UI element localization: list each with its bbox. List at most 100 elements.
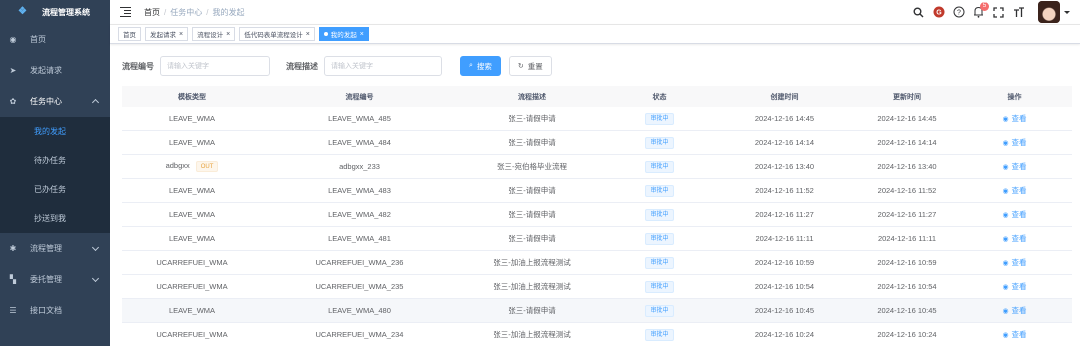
breadcrumb-item[interactable]: 首页 [144, 7, 160, 18]
view-label: 查看 [1011, 186, 1027, 195]
template-type-cell: LEAVE_WMA [122, 306, 262, 315]
column-header: 更新时间 [893, 93, 921, 101]
tag-process-design[interactable]: 流程设计 × [192, 27, 236, 41]
process-desc-cell: 张三-宛伯格毕业流程 [497, 162, 567, 171]
process-code-cell: LEAVE_WMA_485 [328, 114, 391, 123]
status-badge: 审批中 [645, 280, 674, 293]
process-desc-cell: 张三-请假申请 [508, 306, 556, 315]
sidebar-item-label: 发起请求 [30, 66, 62, 75]
table-body: LEAVE_WMA LEAVE_WMA_485 张三-请假申请 审批中 2024-12-… [122, 107, 1072, 346]
sidebar-item-label: 待办任务 [34, 156, 66, 165]
tag-home[interactable]: 首页 [118, 27, 141, 41]
created-time-cell: 2024-12-16 14:45 [754, 114, 815, 123]
logo-icon: ❖ [18, 6, 27, 17]
navbar: 首页 / 任务中心 / 我的发起 G ? 5 [110, 0, 1080, 24]
table-row: LEAVE_WMA LEAVE_WMA_480 张三-请假申请 审批中 2024-12-… [122, 299, 1072, 323]
updated-time-cell: 2024-12-16 11:52 [877, 186, 937, 195]
search-icon[interactable] [912, 6, 925, 19]
sidebar-item-start-request[interactable]: ➤ 发起请求 [0, 55, 110, 86]
process-desc-label: 流程描述 [286, 61, 318, 71]
eye-icon: ◉ [1002, 212, 1009, 219]
view-label: 查看 [1011, 114, 1027, 123]
view-link[interactable]: ◉ 查看 [1002, 210, 1026, 219]
process-code-input[interactable] [160, 56, 270, 76]
gear-icon: ✱ [9, 244, 17, 253]
view-link[interactable]: ◉ 查看 [1002, 258, 1026, 267]
action-cell: ◉ 查看 [957, 209, 1072, 220]
view-label: 查看 [1011, 306, 1027, 315]
sidebar-item-cc-me[interactable]: 抄送到我 [0, 204, 110, 233]
view-label: 查看 [1011, 258, 1027, 267]
status-cell: 审批中 [607, 160, 712, 173]
template-type: LEAVE_WMA [168, 138, 216, 147]
sidebar-item-delegate-management[interactable]: ▚ 委托管理 [0, 264, 110, 295]
sidebar-item-home[interactable]: ◉ 首页 [0, 24, 110, 55]
sidebar-item-done[interactable]: 已办任务 [0, 175, 110, 204]
eye-icon: ◉ [1002, 332, 1009, 339]
view-link[interactable]: ◉ 查看 [1002, 114, 1026, 123]
template-type-cell: UCARREFUEI_WMA [122, 330, 262, 339]
eye-icon: ◉ [1002, 116, 1009, 123]
view-link[interactable]: ◉ 查看 [1002, 282, 1026, 291]
updated-time-cell: 2024-12-16 11:27 [877, 210, 937, 219]
table-row: LEAVE_WMA LEAVE_WMA_481 张三-请假申请 审批中 2024-12-… [122, 227, 1072, 251]
github-icon[interactable]: G [932, 6, 945, 19]
updated-time-cell: 2024-12-16 10:59 [877, 258, 937, 267]
column-header: 流程描述 [518, 93, 546, 101]
sidebar-item-api-doc[interactable]: ☰ 接口文档 [0, 295, 110, 326]
sidebar-item-todo[interactable]: 待办任务 [0, 146, 110, 175]
view-link[interactable]: ◉ 查看 [1002, 330, 1026, 339]
search-button[interactable]: ⌕ 搜索 [460, 56, 501, 76]
sidebar-item-task-center[interactable]: ✿ 任务中心 [0, 86, 110, 117]
close-icon[interactable]: × [179, 31, 183, 38]
help-icon[interactable]: ? [952, 6, 965, 19]
sidebar-item-process-management[interactable]: ✱ 流程管理 [0, 233, 110, 264]
process-desc-cell: 张三-加油上报流程测试 [493, 330, 571, 339]
sidebar-item-label: 抄送到我 [34, 214, 66, 223]
close-icon[interactable]: × [306, 31, 310, 38]
status-badge: 审批中 [645, 184, 674, 197]
tag-lowcode-form-design[interactable]: 低代码表单流程设计 × [239, 27, 315, 41]
view-link[interactable]: ◉ 查看 [1002, 138, 1026, 147]
column-header: 模板类型 [178, 93, 206, 101]
hamburger-icon[interactable] [120, 7, 132, 17]
view-label: 查看 [1011, 282, 1027, 291]
view-link[interactable]: ◉ 查看 [1002, 234, 1026, 243]
template-type-cell: LEAVE_WMA [122, 210, 262, 219]
app-title: 流程管理系统 [42, 7, 90, 17]
sidebar-item-my-initiated[interactable]: 我的发起 [0, 117, 110, 146]
avatar[interactable] [1038, 1, 1060, 23]
template-type: UCARREFUEI_WMA [156, 258, 228, 267]
close-icon[interactable]: × [360, 31, 364, 38]
view-link[interactable]: ◉ 查看 [1002, 162, 1026, 171]
view-link[interactable]: ◉ 查看 [1002, 306, 1026, 315]
reset-button[interactable]: ↻ 重置 [508, 56, 552, 76]
template-type: LEAVE_WMA [168, 114, 216, 123]
close-icon[interactable]: × [226, 31, 230, 38]
action-cell: ◉ 查看 [957, 185, 1072, 196]
process-desc-input[interactable] [324, 56, 442, 76]
eye-icon: ◉ [1002, 284, 1009, 291]
font-size-icon[interactable] [1012, 6, 1025, 19]
bell-icon[interactable]: 5 [972, 1, 989, 19]
delegate-icon: ▚ [9, 275, 17, 284]
fullscreen-icon[interactable] [992, 6, 1005, 19]
status-badge: 审批中 [645, 208, 674, 221]
created-time-cell: 2024-12-16 10:59 [754, 258, 815, 267]
action-cell: ◉ 查看 [957, 113, 1072, 124]
status-cell: 审批中 [607, 184, 712, 197]
tag-my-initiated[interactable]: 我的发起 × [318, 27, 369, 41]
tags-view: 首页 发起请求 × 流程设计 × 低代码表单流程设计 × 我的发起 × [110, 24, 1080, 44]
view-link[interactable]: ◉ 查看 [1002, 186, 1026, 195]
sidebar-item-label: 委托管理 [30, 275, 62, 284]
status-cell: 审批中 [607, 232, 712, 245]
doc-icon: ☰ [9, 306, 17, 315]
tag-start-request[interactable]: 发起请求 × [145, 27, 189, 41]
caret-down-icon[interactable] [1064, 10, 1070, 14]
navbar-actions: G ? 5 [912, 0, 1080, 24]
table-header: 模板类型 流程编号 流程描述 状态 创建时间 更新时间 操作 [122, 86, 1072, 107]
send-icon: ➤ [9, 66, 17, 75]
table-row: LEAVE_WMA LEAVE_WMA_485 张三-请假申请 审批中 2024-12-… [122, 107, 1072, 131]
status-badge: 审批中 [645, 160, 674, 173]
updated-time-cell: 2024-12-16 11:11 [877, 234, 937, 243]
